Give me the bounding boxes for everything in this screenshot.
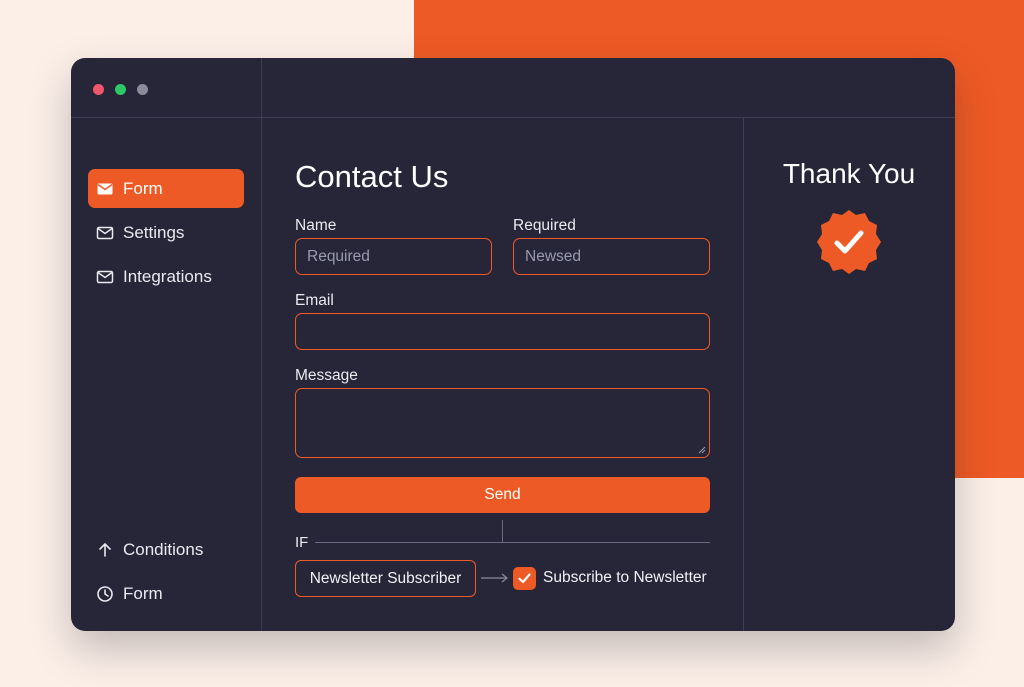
sidebar-item-integrations[interactable]: Integrations — [88, 257, 244, 296]
subscribe-label: Subscribe to Newsletter — [543, 569, 707, 586]
subscribe-checkbox[interactable] — [513, 567, 536, 590]
message-field[interactable] — [295, 388, 710, 458]
resize-grip-icon[interactable] — [698, 446, 706, 454]
clock-icon — [97, 585, 113, 602]
close-window-button[interactable] — [93, 84, 104, 95]
sidebar-item-label: Form — [123, 583, 163, 603]
condition-block[interactable]: Newsletter Subscriber — [295, 560, 476, 597]
if-label: IF — [295, 534, 309, 551]
window-controls — [93, 84, 148, 95]
name-field[interactable] — [295, 238, 492, 275]
sidebar-item-label: Conditions — [123, 539, 204, 559]
sidebar-divider — [261, 58, 262, 631]
sidebar-item-label: Form — [123, 178, 163, 198]
arrow-right-icon — [481, 573, 508, 583]
sidebar-item-label: Settings — [123, 222, 185, 242]
check-icon — [518, 573, 531, 584]
maximize-window-button[interactable] — [115, 84, 126, 95]
sidebar-item-label: Integrations — [123, 266, 212, 286]
email-field[interactable] — [295, 313, 710, 350]
condition-label: Newsletter Subscriber — [309, 569, 462, 587]
sidebar-item-settings[interactable]: Settings — [88, 213, 244, 252]
sidebar-item-conditions[interactable]: Conditions — [88, 530, 244, 569]
name-label: Name — [295, 217, 337, 234]
thank-you-title: Thank You — [782, 158, 916, 189]
send-button[interactable]: Send — [295, 477, 710, 513]
required-label: Required — [513, 217, 576, 234]
envelope-icon — [97, 183, 113, 194]
app-window: Form Settings Integrations Conditions Fo… — [71, 58, 955, 631]
preview-divider — [743, 117, 744, 631]
check-badge-icon — [817, 210, 881, 274]
email-label: Email — [295, 292, 334, 309]
page-title: Contact Us — [295, 159, 449, 194]
arrow-up-icon — [99, 542, 111, 557]
sidebar-item-form-bottom[interactable]: Form — [88, 574, 244, 613]
minimize-window-button[interactable] — [137, 84, 148, 95]
if-divider — [315, 542, 710, 543]
titlebar-divider — [71, 117, 955, 118]
required-field[interactable] — [513, 238, 710, 275]
message-label: Message — [295, 367, 358, 384]
envelope-icon — [96, 270, 114, 283]
connector-line — [502, 520, 503, 542]
envelope-icon — [96, 226, 114, 239]
sidebar-item-form[interactable]: Form — [88, 169, 244, 208]
